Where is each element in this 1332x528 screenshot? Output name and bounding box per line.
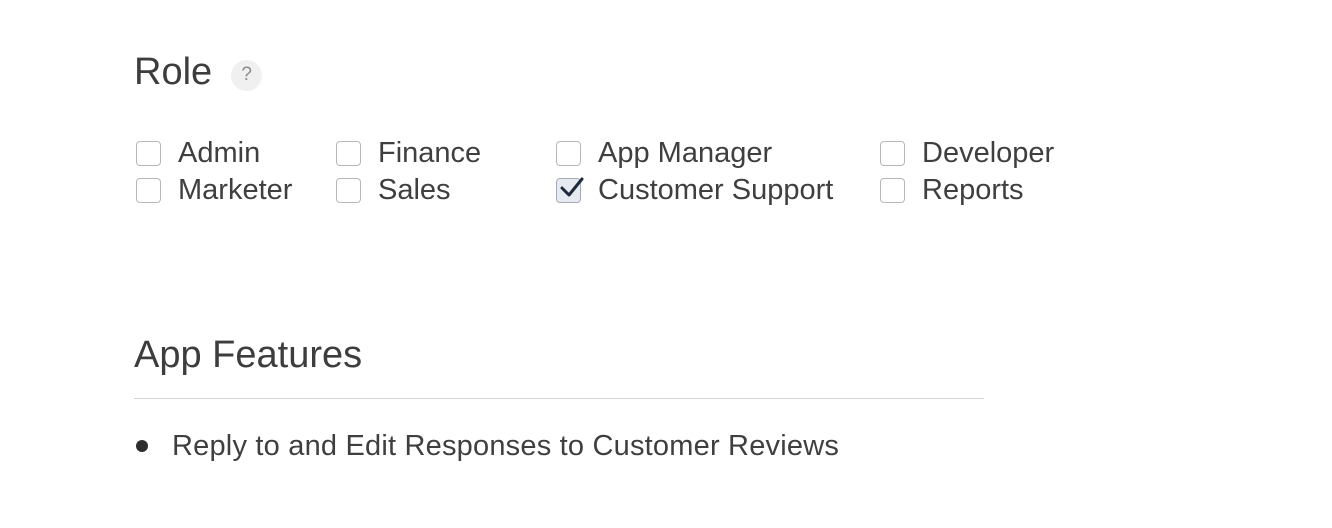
feature-text: Reply to and Edit Responses to Customer …	[172, 430, 840, 462]
app-manager-checkbox[interactable]	[556, 140, 581, 166]
developer-checkbox[interactable]	[880, 140, 905, 166]
app-features-list: Reply to and Edit Responses to Customer …	[136, 428, 839, 464]
role-option-label: Finance	[378, 137, 482, 169]
section-divider	[134, 398, 984, 399]
checkmark-icon	[560, 177, 584, 196]
role-settings-page: Role ? Admin Finance App Manager Develop…	[0, 0, 1332, 528]
role-option-label: App Manager	[598, 137, 773, 169]
role-option-app-manager[interactable]: App Manager	[556, 134, 772, 172]
role-option-admin[interactable]: Admin	[136, 134, 260, 172]
role-option-customer-support[interactable]: Customer Support	[556, 171, 833, 209]
role-option-reports[interactable]: Reports	[880, 171, 1024, 209]
bullet-icon	[136, 440, 148, 452]
marketer-checkbox[interactable]	[136, 177, 161, 203]
app-features-title: App Features	[134, 334, 363, 376]
role-heading: Role ?	[134, 50, 263, 94]
list-item: Reply to and Edit Responses to Customer …	[136, 428, 839, 464]
role-title: Role	[134, 51, 213, 93]
role-option-developer[interactable]: Developer	[880, 134, 1054, 172]
admin-checkbox[interactable]	[136, 140, 161, 166]
help-question-icon[interactable]: ?	[231, 59, 263, 91]
role-option-sales[interactable]: Sales	[336, 171, 451, 209]
role-option-label: Marketer	[178, 174, 293, 206]
finance-checkbox[interactable]	[336, 140, 361, 166]
sales-checkbox[interactable]	[336, 177, 361, 203]
reports-checkbox[interactable]	[880, 177, 905, 203]
role-option-finance[interactable]: Finance	[336, 134, 481, 172]
role-option-marketer[interactable]: Marketer	[136, 171, 292, 209]
role-option-label: Admin	[178, 137, 261, 169]
customer-support-checkbox[interactable]	[556, 177, 584, 203]
role-option-label: Sales	[378, 174, 451, 206]
role-option-label: Reports	[922, 174, 1024, 206]
role-option-label: Developer	[922, 137, 1055, 169]
role-option-label: Customer Support	[598, 174, 834, 206]
